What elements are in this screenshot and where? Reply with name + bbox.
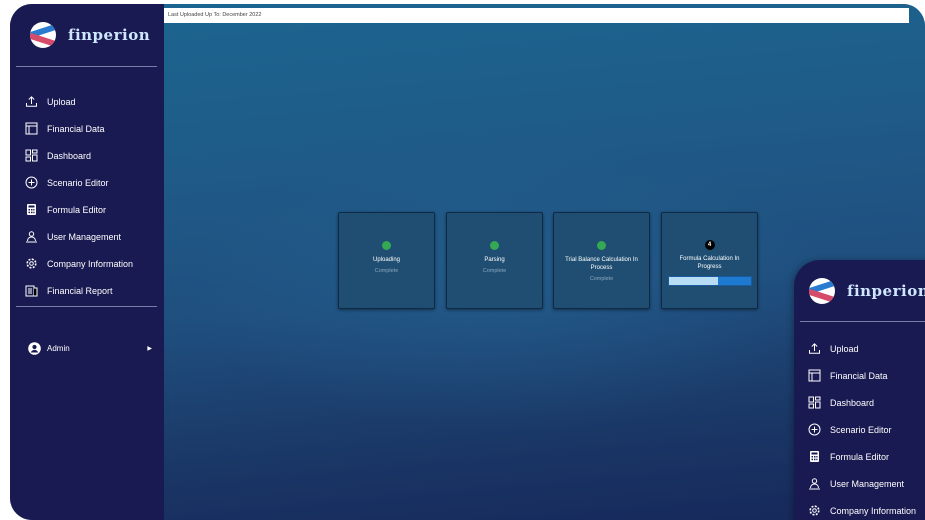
- sidebar-item-company-information[interactable]: Company Information: [24, 250, 133, 277]
- last-uploaded-bar: Last Uploaded Up To: December 2022: [164, 8, 909, 23]
- sidebar-item-upload[interactable]: Upload: [807, 335, 916, 362]
- sidebar-item-label: Financial Report: [47, 285, 113, 296]
- user-avatar-icon: [28, 342, 41, 355]
- report-icon: [24, 284, 38, 298]
- step-status: Complete: [482, 268, 507, 274]
- sidebar-item-label: Scenario Editor: [47, 177, 109, 188]
- check-icon: [597, 241, 606, 250]
- sidebar-item-label: Company Information: [47, 258, 134, 269]
- calculator-icon: [807, 450, 821, 464]
- sidebar-item-dashboard[interactable]: Dashboard: [24, 142, 133, 169]
- sidebar-item-label: Upload: [47, 96, 76, 107]
- sidebar-nav: Upload Financial Data Dashboard Scenario…: [24, 88, 133, 304]
- step-status: Complete: [374, 268, 399, 274]
- sidebar-item-label: Formula Editor: [830, 451, 890, 462]
- sidebar-item-label: Dashboard: [47, 150, 92, 161]
- progress-bar-fill: [668, 277, 718, 285]
- sidebar-item-label: Financial Data: [47, 123, 105, 134]
- dashboard-icon: [807, 396, 821, 410]
- step-card-trial-balance: Trial Balance Calculation In Process Com…: [553, 212, 650, 309]
- brand-name: finperion: [68, 26, 151, 44]
- upload-icon: [807, 342, 821, 356]
- table-icon: [24, 122, 38, 136]
- gear-icon: [24, 257, 38, 271]
- sidebar-item-user-management[interactable]: User Management: [24, 223, 133, 250]
- step-card-parsing: Parsing Complete: [446, 212, 543, 309]
- plus-circle-icon: [24, 176, 38, 190]
- sidebar-divider: [800, 321, 925, 322]
- progress-bar: [667, 276, 752, 286]
- brand[interactable]: finperion: [809, 278, 925, 304]
- check-icon: [382, 241, 391, 250]
- step-title: Uploading: [372, 257, 401, 263]
- step-number-badge: 4: [704, 240, 715, 250]
- sidebar-item-financial-data[interactable]: Financial Data: [24, 115, 133, 142]
- plus-circle-icon: [807, 423, 821, 437]
- gear-icon: [807, 504, 821, 518]
- upload-icon: [24, 95, 38, 109]
- step-title: Formula Calculation In Progress: [679, 256, 740, 270]
- users-icon: [807, 477, 821, 491]
- brand-name: finperion: [847, 282, 925, 300]
- sidebar-item-scenario-editor[interactable]: Scenario Editor: [24, 169, 133, 196]
- table-icon: [807, 369, 821, 383]
- app-window: finperion Upload Financial Data Dashboar…: [10, 4, 925, 520]
- sidebar-item-label: Dashboard: [830, 397, 875, 408]
- sidebar-item-label: Financial Data: [830, 370, 888, 381]
- dashboard-icon: [24, 149, 38, 163]
- chevron-right-icon: ▶: [147, 346, 152, 352]
- sidebar: finperion Upload Financial Data Dashboar…: [10, 4, 164, 520]
- sidebar-item-formula-editor[interactable]: Formula Editor: [807, 443, 916, 470]
- step-card-uploading: Uploading Complete: [338, 212, 435, 309]
- sidebar-item-scenario-editor[interactable]: Scenario Editor: [807, 416, 916, 443]
- step-title: Trial Balance Calculation In Process: [565, 257, 638, 271]
- sidebar-item-upload[interactable]: Upload: [24, 88, 133, 115]
- logo-icon: [809, 278, 835, 304]
- sidebar-item-financial-data[interactable]: Financial Data: [807, 362, 916, 389]
- sidebar-item-dashboard[interactable]: Dashboard: [807, 389, 916, 416]
- sidebar-item-label: Scenario Editor: [830, 424, 892, 435]
- check-icon: [490, 241, 499, 250]
- user-name: Admin: [47, 344, 70, 353]
- sidebar-item-label: Company Information: [830, 505, 917, 516]
- step-title: Parsing: [484, 257, 505, 263]
- sidebar-overlay: finperion Upload Financial Data Dashboar…: [794, 260, 925, 520]
- step-card-formula-calculation: 4 Formula Calculation In Progress: [661, 212, 758, 309]
- sidebar-item-formula-editor[interactable]: Formula Editor: [24, 196, 133, 223]
- sidebar-item-financial-report[interactable]: Financial Report: [24, 277, 133, 304]
- sidebar-item-company-information[interactable]: Company Information: [807, 497, 916, 520]
- sidebar-nav: Upload Financial Data Dashboard Scenario…: [807, 335, 916, 520]
- sidebar-item-label: Upload: [830, 343, 859, 354]
- calculator-icon: [24, 203, 38, 217]
- sidebar-divider: [16, 306, 157, 307]
- brand[interactable]: finperion: [30, 22, 150, 48]
- sidebar-divider: [16, 66, 157, 67]
- users-icon: [24, 230, 38, 244]
- sidebar-item-label: User Management: [830, 478, 905, 489]
- sidebar-item-label: User Management: [47, 231, 122, 242]
- user-menu[interactable]: Admin ▶: [28, 342, 152, 355]
- logo-icon: [30, 22, 56, 48]
- sidebar-item-label: Formula Editor: [47, 204, 107, 215]
- sidebar-item-user-management[interactable]: User Management: [807, 470, 916, 497]
- step-status: Complete: [589, 276, 614, 282]
